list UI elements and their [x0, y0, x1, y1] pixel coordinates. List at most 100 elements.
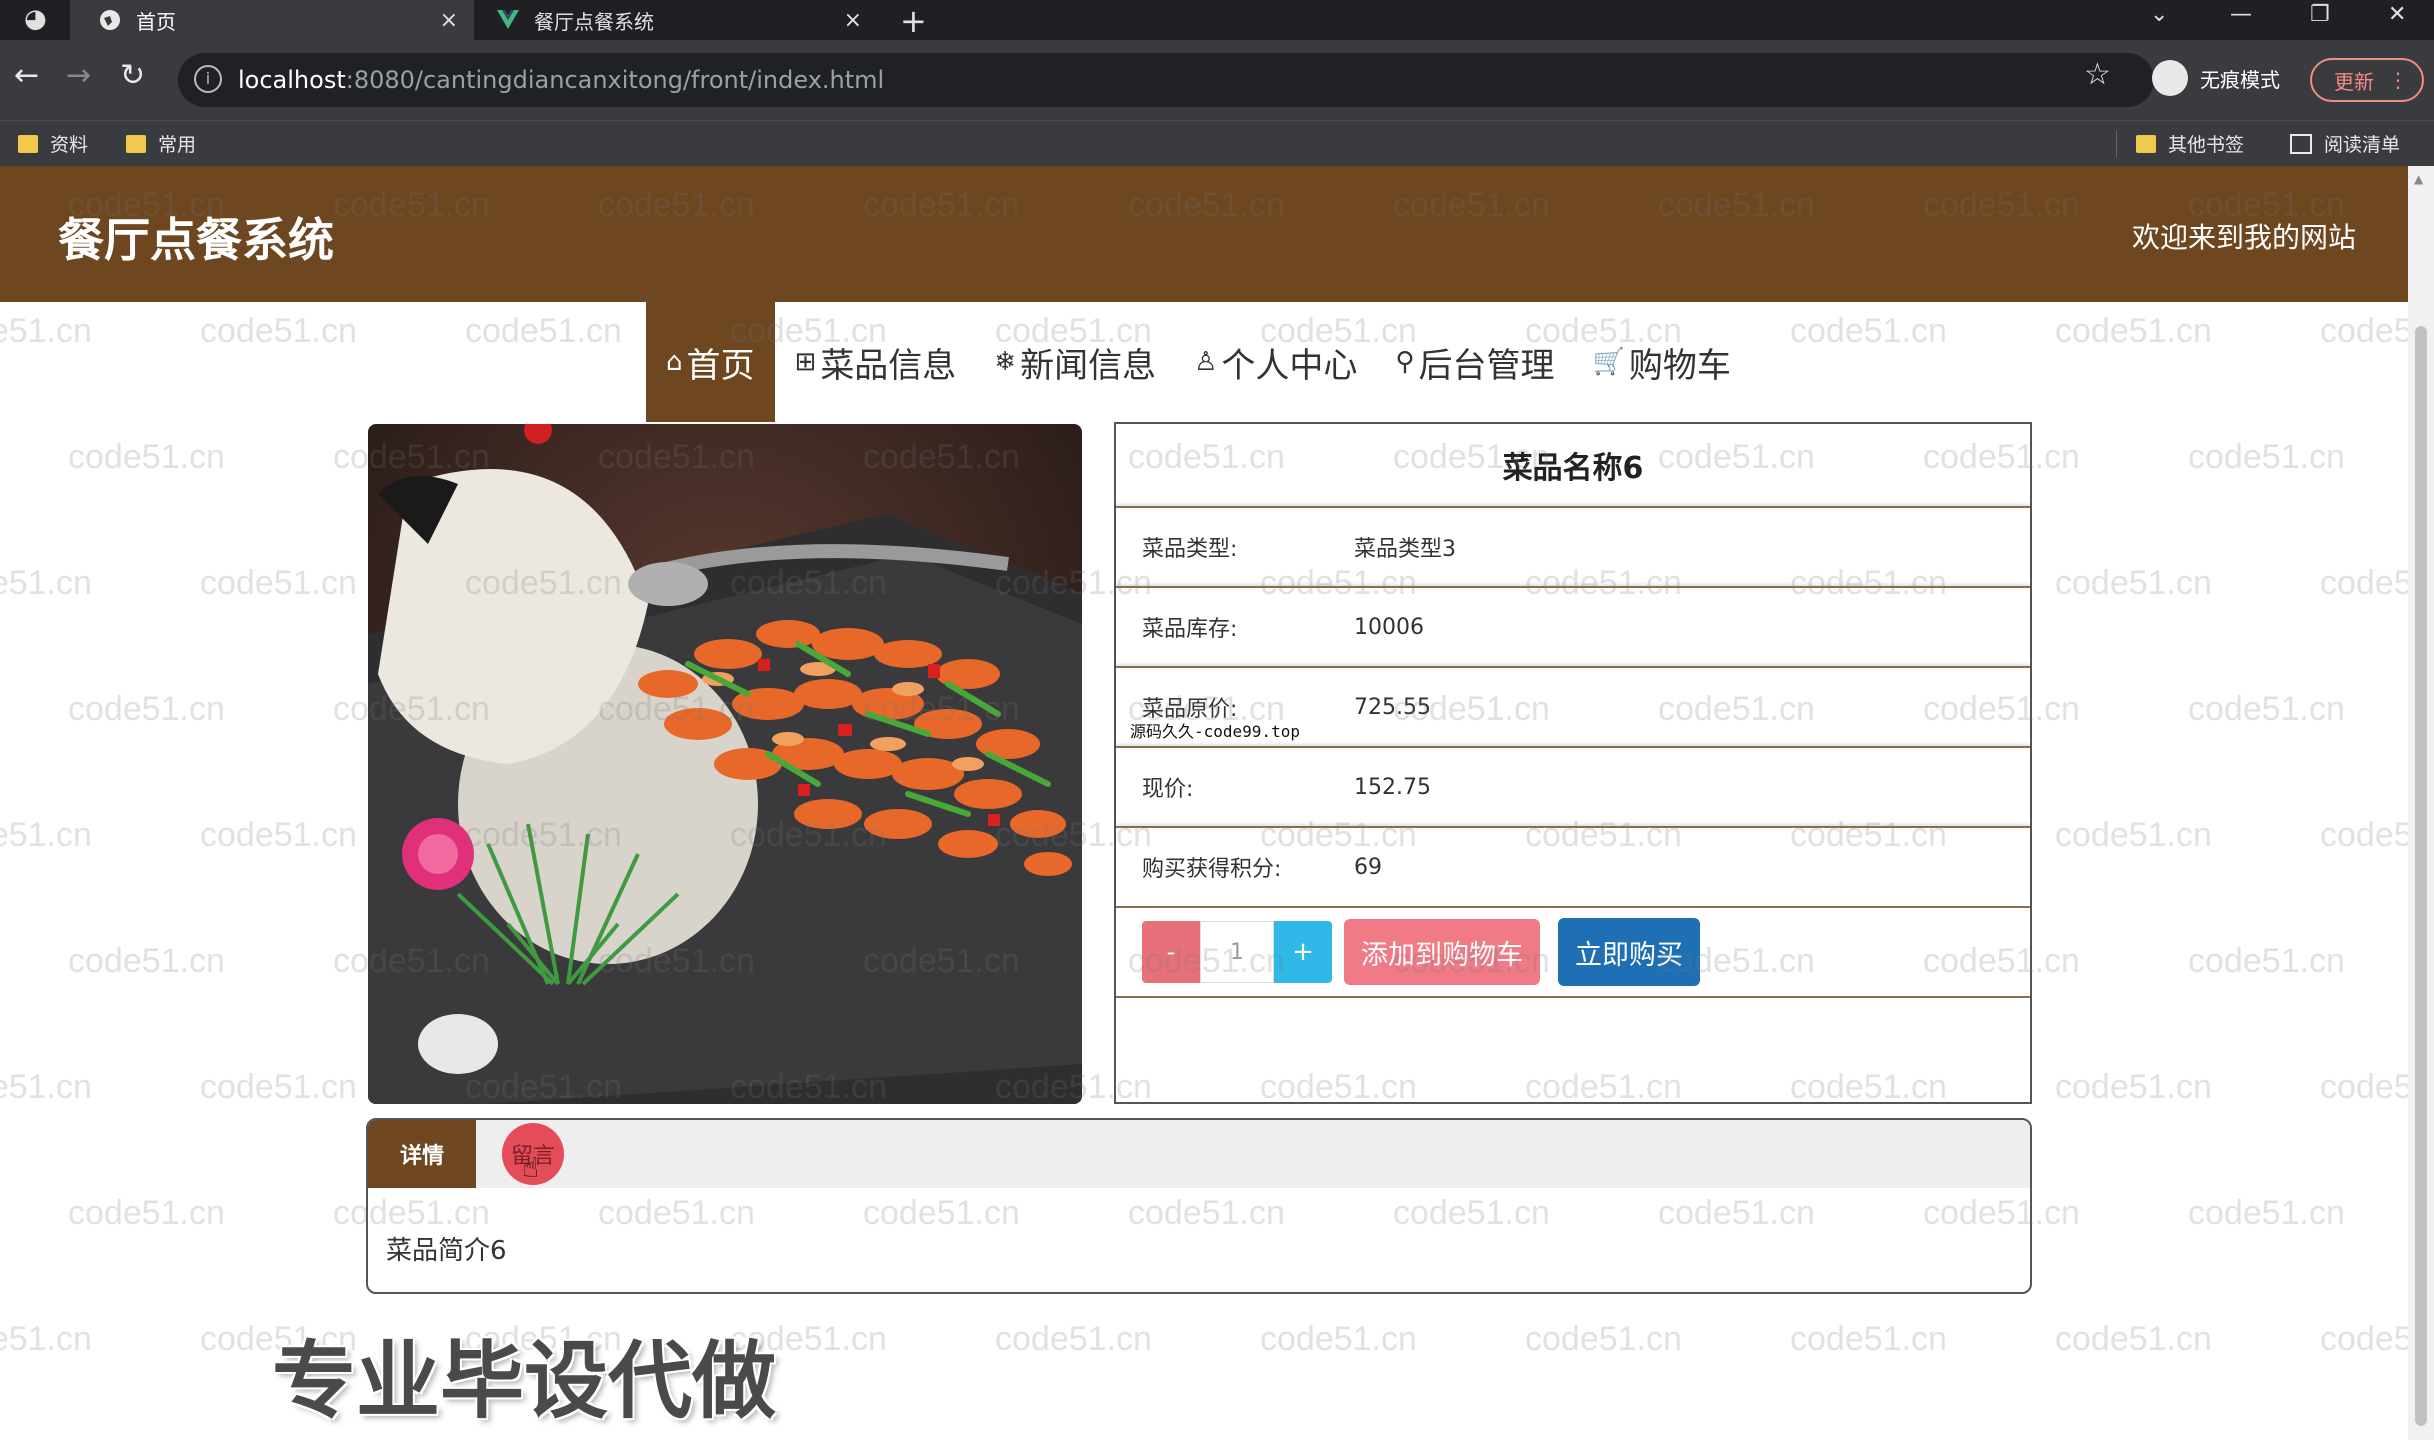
site-title: 餐厅点餐系统	[58, 213, 334, 267]
watermark-text: code51.cn	[0, 1068, 92, 1106]
field-value: 69	[1354, 854, 1382, 880]
browser-tab-home[interactable]: 首页 ×	[70, 0, 474, 40]
main-nav: ⌂ 首页 ⊞ 菜品信息 ❄ 新闻信息 ♙ 个人中心 ⚲ 后台管理 🛒 购物车	[646, 302, 1751, 422]
watermark-text: code51.cn	[1790, 312, 1947, 350]
quantity-input[interactable]: 1	[1200, 921, 1274, 983]
nav-item-home[interactable]: ⌂ 首页	[646, 302, 775, 422]
quantity-increment-button[interactable]: +	[1274, 921, 1332, 983]
update-button[interactable]: 更新 ⋮	[2310, 58, 2424, 102]
watermark-text: code51.cn	[465, 312, 622, 350]
dish-stock-row: 菜品库存: 10006	[1116, 586, 2030, 666]
watermark-text: code51.cn	[2320, 1068, 2408, 1106]
watermark-text: code51.cn	[2055, 1320, 2212, 1358]
bookmark-star-icon[interactable]: ☆	[2084, 57, 2111, 92]
watermark-text: code51.cn	[1525, 1320, 1682, 1358]
address-bar[interactable]: i localhost:8080/cantingdiancanxitong/fr…	[178, 53, 2154, 107]
field-value: 菜品类型3	[1354, 537, 1456, 562]
nav-item-news[interactable]: ❄ 新闻信息	[976, 302, 1174, 422]
cart-icon: 🛒	[1592, 347, 1625, 377]
nav-label: 个人中心	[1221, 345, 1358, 386]
globe-icon	[98, 8, 122, 32]
watermark-text: code51.cn	[0, 816, 92, 854]
field-value: 152.75	[1354, 774, 1431, 800]
other-bookmarks[interactable]: 其他书签	[2136, 130, 2244, 157]
folder-icon	[18, 134, 38, 153]
more-menu-icon: ⋮	[2388, 68, 2408, 92]
watermark-text: code51.cn	[2188, 1194, 2345, 1232]
window-close-icon[interactable]: ✕	[2388, 2, 2406, 27]
browser-toolbar: ← → ↻ i localhost:8080/cantingdiancanxit…	[0, 40, 2434, 120]
vue-logo-icon	[496, 8, 520, 32]
bookmark-label: 常用	[158, 134, 197, 156]
folder-icon	[2136, 134, 2156, 153]
scrollbar-thumb[interactable]	[2415, 326, 2427, 1426]
buy-now-button[interactable]: 立即购买	[1558, 918, 1700, 986]
nav-item-dishes[interactable]: ⊞ 菜品信息	[777, 302, 975, 422]
close-tab-icon[interactable]: ×	[440, 8, 458, 33]
quantity-decrement-button[interactable]: -	[1142, 921, 1200, 983]
field-value: 10006	[1354, 614, 1424, 640]
watermark-text: code51.cn	[2320, 312, 2408, 350]
divider	[2116, 131, 2117, 157]
watermark-text: code51.cn	[2188, 942, 2345, 980]
tab-detail[interactable]: 详情	[368, 1120, 476, 1188]
incognito-icon	[2152, 60, 2188, 96]
nav-item-profile[interactable]: ♙ 个人中心	[1176, 302, 1375, 422]
watermark-text: code51.cn	[2320, 1320, 2408, 1358]
watermark-text: code51.cn	[68, 1194, 225, 1232]
back-icon[interactable]: ←	[14, 58, 39, 93]
watermark-text: code51.cn	[200, 1068, 357, 1106]
forward-icon[interactable]: →	[66, 58, 91, 93]
info-icon[interactable]: i	[194, 65, 222, 93]
bookmark-folder[interactable]: 资料	[18, 130, 88, 157]
field-label: 现价:	[1142, 777, 1194, 802]
reading-list-label: 阅读清单	[2324, 134, 2401, 156]
watermark-text: code51.cn	[2055, 816, 2212, 854]
welcome-text: 欢迎来到我的网站	[2131, 221, 2356, 254]
reload-icon[interactable]: ↻	[120, 58, 145, 93]
home-icon: ⌂	[666, 347, 683, 377]
field-value: 725.55	[1354, 694, 1431, 720]
dish-name: 菜品名称6	[1502, 451, 1644, 486]
watermark-text: code51.cn	[2320, 564, 2408, 602]
tab-title: 首页	[136, 9, 176, 34]
incognito-indicator[interactable]: 无痕模式	[2152, 60, 2280, 96]
tab-search-icon[interactable]: ⌄	[2150, 2, 2168, 27]
field-label: 菜品类型:	[1142, 537, 1238, 562]
page-scrollbar[interactable]: ▲	[2408, 166, 2434, 1440]
reading-list[interactable]: 阅读清单	[2290, 130, 2400, 157]
restore-icon[interactable]: ❐	[2310, 2, 2330, 27]
dish-current-price-row: 现价: 152.75	[1116, 746, 2030, 826]
watermark-text: code51.cn	[2055, 1068, 2212, 1106]
field-label: 购买获得积分:	[1142, 857, 1282, 882]
reading-list-icon	[2290, 133, 2312, 154]
incognito-label: 无痕模式	[2200, 67, 2280, 92]
browser-tab-bar: ◕ 首页 × 餐厅点餐系统 × + ⌄ — ❐ ✕	[0, 0, 2434, 40]
bookmark-folder[interactable]: 常用	[126, 130, 196, 157]
watermark-text: code51.cn	[2055, 312, 2212, 350]
nav-label: 购物车	[1628, 345, 1731, 386]
watermark-text: code51.cn	[0, 564, 92, 602]
other-bookmarks-label: 其他书签	[2168, 134, 2245, 156]
close-tab-icon[interactable]: ×	[844, 8, 862, 33]
nav-label: 菜品信息	[820, 345, 957, 386]
dish-photo	[368, 424, 1082, 1104]
nav-item-admin[interactable]: ⚲ 后台管理	[1377, 302, 1572, 422]
new-tab-button[interactable]: +	[900, 2, 927, 40]
update-label: 更新	[2334, 69, 2374, 94]
scroll-up-icon[interactable]: ▲	[2414, 172, 2423, 186]
watermark-text: code51.cn	[1790, 1320, 1947, 1358]
nav-label: 后台管理	[1418, 345, 1555, 386]
watermark-text: code51.cn	[68, 690, 225, 728]
watermark-text: code51.cn	[0, 312, 92, 350]
tab-message[interactable]: 留言 ☝	[502, 1123, 564, 1185]
browser-tab-app[interactable]: 餐厅点餐系统 ×	[474, 0, 878, 40]
browser-menu-icon[interactable]: ◕	[24, 4, 47, 34]
add-to-cart-button[interactable]: 添加到购物车	[1344, 919, 1540, 985]
dish-type-row: 菜品类型: 菜品类型3	[1116, 506, 2030, 586]
hand-cursor-icon: ☝	[522, 1151, 540, 1184]
minimize-icon[interactable]: —	[2230, 2, 2252, 27]
nav-item-cart[interactable]: 🛒 购物车	[1574, 302, 1748, 422]
link-icon: ⚲	[1395, 347, 1415, 377]
watermark-text: code51.cn	[2055, 564, 2212, 602]
